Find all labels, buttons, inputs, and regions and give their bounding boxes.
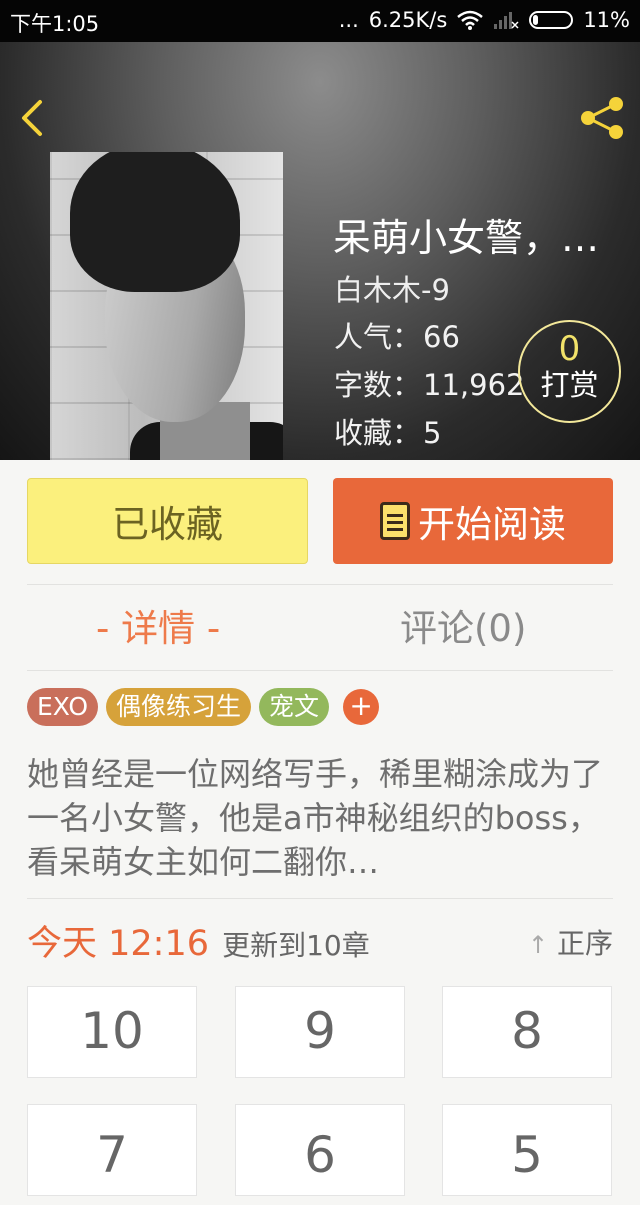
update-time: 今天 12:16 [27, 924, 209, 964]
book-description[interactable]: 她曾经是一位网络写手，稀里糊涂成为了一名小女警，他是a市神秘组织的boss，看呆… [27, 752, 613, 884]
reward-label: 打赏 [540, 368, 599, 402]
battery-icon [529, 11, 574, 29]
popularity-value: 66 [423, 320, 460, 354]
battery-level: 11% [583, 8, 630, 32]
divider [27, 670, 613, 671]
tag-list: EXO 偶像练习生 宠文 + [27, 688, 380, 726]
favorites-value: 5 [423, 416, 442, 450]
book-cover-image[interactable] [50, 152, 283, 460]
popularity-stat: 人气：66 [334, 314, 460, 356]
update-info: 今天 12:16 更新到10章 [27, 915, 370, 966]
word-count-stat: 字数：11,962 [334, 362, 525, 404]
word-count-label: 字数： [334, 368, 422, 402]
tag[interactable]: 宠文 [259, 688, 330, 726]
share-icon[interactable] [578, 94, 626, 142]
start-reading-button[interactable]: 开始阅读 [333, 478, 613, 564]
sort-order-label: 正序 [556, 927, 613, 960]
wifi-icon [457, 10, 484, 30]
tag[interactable]: EXO [27, 688, 99, 726]
tab-details[interactable]: - 详情 - [96, 598, 220, 652]
book-title: 呆萌小女警，… [333, 216, 600, 260]
start-reading-label: 开始阅读 [418, 503, 566, 546]
favorites-stat: 收藏：5 [334, 410, 441, 452]
chapter-item[interactable]: 6 [235, 1104, 405, 1196]
add-tag-button[interactable]: + [343, 689, 380, 725]
status-bar: 下午1:05 ... 6.25K/s 11% [0, 0, 640, 42]
tab-comments[interactable]: 评论(0) [400, 598, 526, 652]
favorited-label: 已收藏 [112, 503, 223, 546]
divider [27, 898, 613, 899]
reward-button[interactable]: 0 打赏 [518, 320, 621, 423]
update-text: 更新到10章 [222, 929, 370, 962]
chapter-item[interactable]: 10 [27, 986, 197, 1078]
chapter-item[interactable]: 7 [27, 1104, 197, 1196]
chapter-item[interactable]: 5 [442, 1104, 612, 1196]
status-right: ... 6.25K/s 11% [339, 8, 630, 32]
network-speed: 6.25K/s [368, 8, 448, 32]
book-header: 呆萌小女警，… 白木木-9 人气：66 字数：11,962 收藏：5 0 打赏 [0, 42, 640, 460]
favorited-button[interactable]: 已收藏 [27, 478, 308, 564]
reward-count: 0 [558, 329, 581, 369]
chapter-item[interactable]: 9 [235, 986, 405, 1078]
sort-order-button[interactable]: ↑ 正序 [528, 922, 613, 962]
tag[interactable]: 偶像练习生 [106, 688, 252, 726]
sort-arrow-icon: ↑ [527, 931, 549, 959]
popularity-label: 人气： [334, 320, 422, 354]
book-icon [380, 502, 410, 540]
book-author[interactable]: 白木木-9 [334, 267, 450, 309]
chapter-item[interactable]: 8 [442, 986, 612, 1078]
status-dots: ... [338, 8, 359, 32]
divider [27, 584, 613, 585]
word-count-value: 11,962 [423, 368, 525, 402]
signal-icon [494, 12, 519, 29]
back-arrow-icon[interactable] [14, 98, 54, 138]
status-time: 下午1:05 [10, 12, 100, 36]
favorites-label: 收藏： [334, 416, 422, 450]
